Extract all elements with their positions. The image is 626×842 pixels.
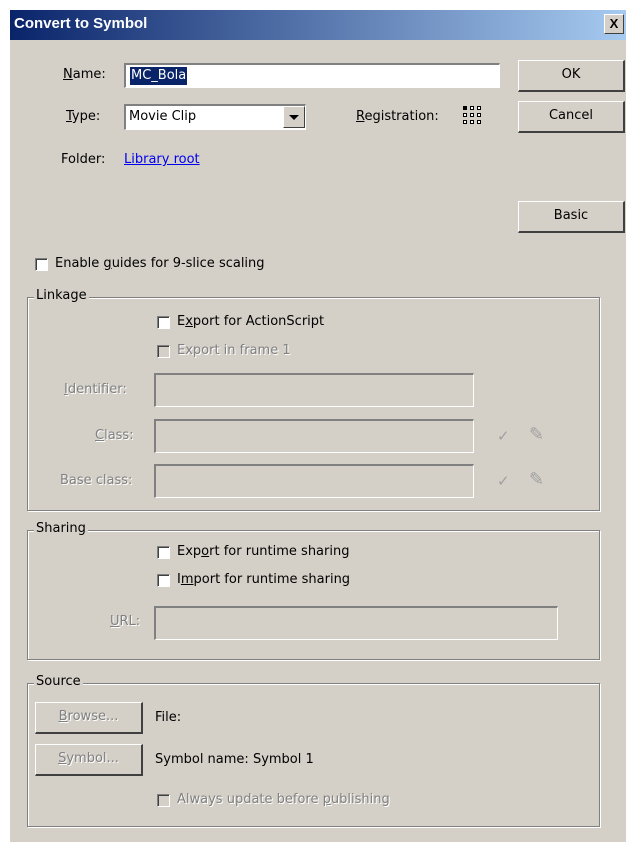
folder-label: Folder: [61, 152, 106, 167]
basic-button[interactable]: Basic [518, 201, 625, 233]
registration-point[interactable] [463, 106, 467, 110]
cancel-button[interactable]: Cancel [518, 101, 625, 133]
browse-button[interactable]: Browse... [35, 702, 143, 734]
convert-to-symbol-dialog: Convert to Symbol X Name: MC_Bola Type: … [10, 10, 626, 842]
always-update-label: Always update before publishing [177, 792, 390, 807]
file-label: File: [155, 710, 182, 725]
type-select-value: Movie Clip [129, 109, 197, 124]
export-frame1-label: Export in frame 1 [177, 343, 291, 358]
library-root-link[interactable]: Library root [124, 152, 200, 167]
registration-point[interactable] [470, 120, 474, 124]
import-runtime-sharing-label: Import for runtime sharing [177, 572, 351, 587]
symbol-name-text: Symbol name: Symbol 1 [155, 752, 314, 767]
registration-point[interactable] [477, 113, 481, 117]
validate-base-class-icon[interactable]: ✓ [497, 472, 510, 490]
linkage-legend: Linkage [34, 288, 89, 303]
ok-button[interactable]: OK [518, 60, 625, 92]
base-class-label: Base class: [60, 473, 133, 488]
close-button[interactable]: X [604, 14, 624, 34]
sharing-legend: Sharing [34, 521, 88, 536]
dialog-title: Convert to Symbol [14, 15, 148, 32]
registration-point[interactable] [470, 113, 474, 117]
url-input[interactable] [154, 606, 558, 640]
chevron-down-icon[interactable] [283, 106, 305, 128]
identifier-label: Identifier: [64, 382, 127, 397]
validate-class-icon[interactable]: ✓ [497, 427, 510, 445]
name-label: Name: [63, 67, 106, 82]
title-bar[interactable]: Convert to Symbol X [10, 10, 626, 40]
type-label: Type: [66, 109, 101, 124]
export-frame1-checkbox[interactable] [157, 345, 170, 358]
registration-point[interactable] [463, 120, 467, 124]
edit-base-class-icon[interactable]: ✎ [529, 469, 544, 490]
class-label: Class: [95, 428, 134, 443]
always-update-checkbox[interactable] [157, 794, 170, 807]
registration-point[interactable] [470, 106, 474, 110]
export-actionscript-label: Export for ActionScript [177, 314, 325, 329]
close-icon: X [609, 16, 619, 31]
registration-point[interactable] [463, 113, 467, 117]
url-label: URL: [110, 614, 141, 629]
import-runtime-sharing-checkbox[interactable] [157, 574, 170, 587]
export-runtime-sharing-checkbox[interactable] [157, 546, 170, 559]
name-input-value: MC_Bola [130, 67, 188, 85]
export-runtime-sharing-label: Export for runtime sharing [177, 544, 350, 559]
edit-class-icon[interactable]: ✎ [529, 424, 544, 445]
type-select[interactable]: Movie Clip [124, 104, 306, 130]
name-input[interactable]: MC_Bola [124, 63, 500, 88]
registration-point[interactable] [477, 106, 481, 110]
nine-slice-checkbox[interactable] [35, 258, 48, 271]
identifier-input[interactable] [154, 373, 474, 407]
export-actionscript-checkbox[interactable] [157, 316, 170, 329]
class-input[interactable] [154, 419, 474, 453]
symbol-button[interactable]: Symbol... [35, 744, 143, 776]
registration-grid-icon[interactable] [463, 106, 483, 126]
registration-label: Registration: [356, 109, 439, 124]
source-legend: Source [34, 674, 83, 689]
nine-slice-label: Enable guides for 9-slice scaling [55, 256, 265, 271]
base-class-input[interactable] [154, 464, 474, 498]
registration-point[interactable] [477, 120, 481, 124]
